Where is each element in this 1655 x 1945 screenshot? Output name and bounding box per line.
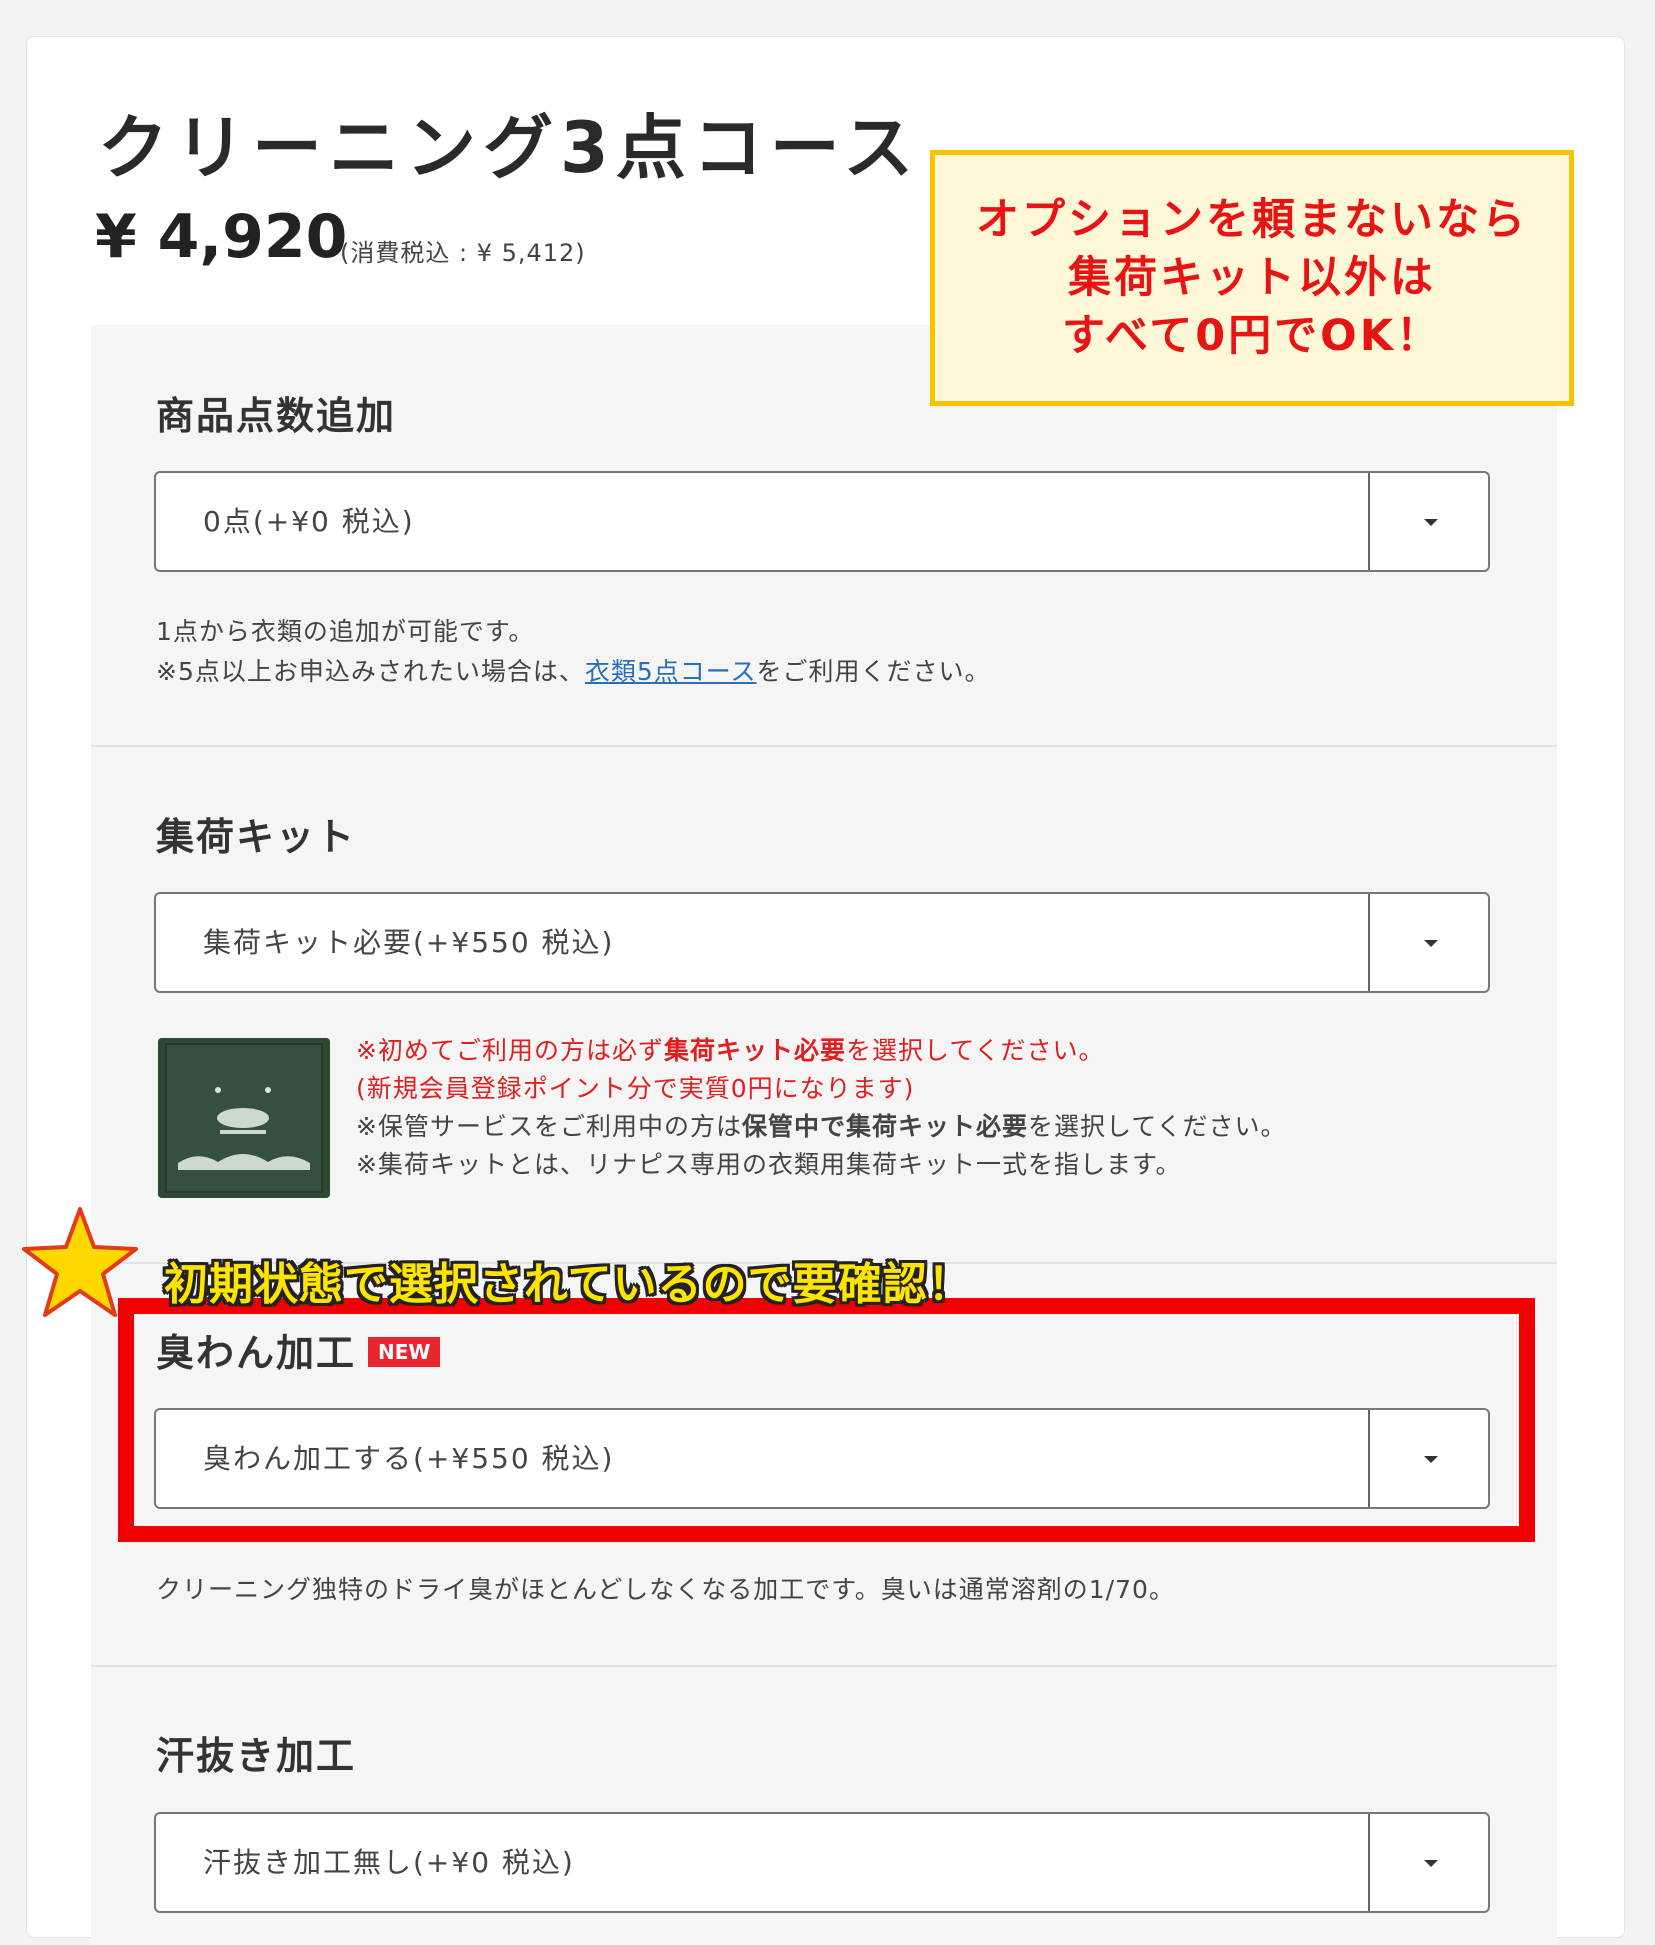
quantity-note-line2: ※5点以上お申込みされたい場合は、衣類5点コースをご利用ください。: [156, 652, 991, 692]
kit-note-1-bold: 集荷キット必要: [663, 1036, 846, 1065]
product-title: クリーニング3点コース: [98, 107, 921, 189]
star-icon: [22, 1207, 138, 1317]
product-price-tax: (消費税込 : ¥ 5,412): [340, 239, 586, 267]
kit-notes: ※初めてご利用の方は必ず集荷キット必要を選択してください。 (新規会員登録ポイン…: [356, 1032, 1286, 1184]
kit-select-value: 集荷キット必要(+¥550 税込): [203, 926, 615, 959]
check-annotation: 初期状態で選択されているので要確認！: [164, 1259, 973, 1310]
quantity-note: 1点から衣類の追加が可能です。 ※5点以上お申込みされたい場合は、衣類5点コース…: [156, 612, 991, 692]
collection-kit-bag-image: [158, 1038, 330, 1198]
sweat-section-title: 汗抜き加工: [156, 1734, 357, 1778]
chevron-down-icon[interactable]: [1424, 1860, 1438, 1867]
quantity-select-value: 0点(+¥0 税込): [203, 505, 415, 538]
select-divider: [1368, 1814, 1370, 1911]
kit-note-2: (新規会員登録ポイント分で実質0円になります): [356, 1074, 915, 1103]
sweat-select[interactable]: 汗抜き加工無し(+¥0 税込): [154, 1812, 1490, 1913]
section-divider: [91, 1665, 1557, 1667]
kit-select[interactable]: 集荷キット必要(+¥550 税込): [154, 892, 1490, 993]
section-divider: [91, 745, 1557, 747]
kit-note-4: ※集荷キットとは、リナピス専用の衣類用集荷キット一式を指します。: [356, 1150, 1182, 1179]
callout-line-1: オプションを頼まないなら: [976, 195, 1528, 245]
kit-note-1: ※初めてご利用の方は必ず集荷キット必要を選択してください。: [356, 1032, 1286, 1070]
quantity-note-text: ※5点以上お申込みされたい場合は、: [156, 657, 585, 686]
five-item-course-link[interactable]: 衣類5点コース: [585, 657, 757, 686]
quantity-note-text-post: をご利用ください。: [756, 657, 991, 686]
kit-note-3-pre: ※保管サービスをご利用中の方は: [356, 1112, 742, 1141]
deodorant-highlight-box: [118, 1298, 1535, 1542]
kit-note-3: ※保管サービスをご利用中の方は保管中で集荷キット必要を選択してください。: [356, 1108, 1286, 1146]
product-price: ¥ 4,920: [95, 202, 348, 272]
select-divider: [1368, 473, 1370, 570]
kit-bag-illustration: [158, 1038, 330, 1198]
quantity-section-title: 商品点数追加: [156, 394, 397, 438]
callout-line-2: 集荷キット以外は: [1068, 253, 1436, 303]
chevron-down-icon[interactable]: [1424, 940, 1438, 947]
select-divider: [1368, 894, 1370, 991]
no-option-callout: オプションを頼まないなら 集荷キット以外は すべて0円でOK！: [930, 150, 1574, 406]
deodorant-note: クリーニング独特のドライ臭がほとんどしなくなる加工です。臭いは通常溶剤の1/70…: [156, 1575, 1175, 1604]
sweat-select-value: 汗抜き加工無し(+¥0 税込): [203, 1846, 575, 1879]
callout-line-3: すべて0円でOK！: [1061, 311, 1443, 361]
kit-note-1-post: を選択してください。: [845, 1036, 1105, 1065]
chevron-down-icon[interactable]: [1424, 519, 1438, 526]
kit-note-3-post: を選択してください。: [1027, 1112, 1287, 1141]
quantity-note-line1: 1点から衣類の追加が可能です。: [156, 617, 535, 646]
quantity-select[interactable]: 0点(+¥0 税込): [154, 471, 1490, 572]
kit-note-3-bold: 保管中で集荷キット必要: [741, 1112, 1028, 1141]
kit-section-title: 集荷キット: [156, 815, 357, 859]
kit-note-1-pre: ※初めてご利用の方は必ず: [356, 1036, 664, 1065]
